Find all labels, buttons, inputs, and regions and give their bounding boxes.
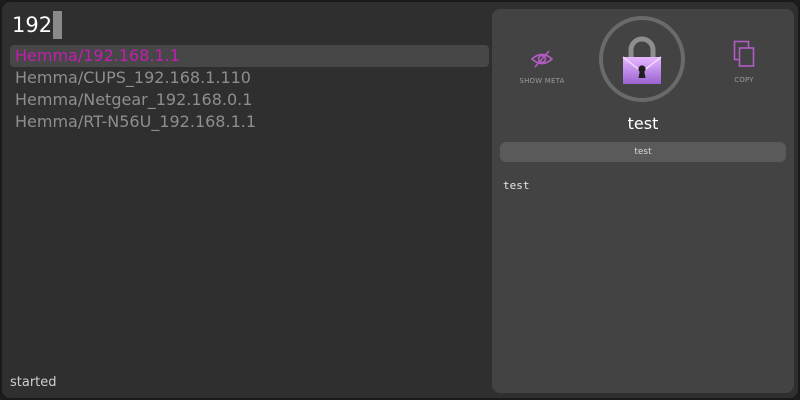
entry-title: test [627, 114, 659, 133]
eye-slash-icon [530, 49, 554, 73]
app-window: 192 Hemma/192.168.1.1 Hemma/CUPS_192.168… [0, 0, 800, 400]
show-meta-label: SHOW META [519, 77, 565, 85]
notes-text: test [503, 179, 530, 192]
show-meta-button[interactable]: SHOW META [516, 49, 568, 85]
text-cursor [53, 11, 63, 39]
status-text: started [10, 375, 57, 390]
list-item[interactable]: Hemma/Netgear_192.168.0.1 [10, 89, 489, 111]
lock-badge [599, 16, 685, 102]
search-row[interactable]: 192 [12, 10, 63, 40]
detail-panel: SHOW META COPY test test test [492, 9, 794, 393]
results-list: Hemma/192.168.1.1 Hemma/CUPS_192.168.1.1… [10, 45, 489, 133]
list-item[interactable]: Hemma/RT-N56U_192.168.1.1 [10, 111, 489, 133]
list-item[interactable]: Hemma/192.168.1.1 [10, 45, 489, 67]
copy-icon [733, 40, 755, 72]
search-input[interactable]: 192 [12, 10, 52, 40]
list-item[interactable]: Hemma/CUPS_192.168.1.110 [10, 67, 489, 89]
password-field[interactable]: test [500, 142, 786, 162]
copy-label: COPY [734, 76, 754, 84]
copy-button[interactable]: COPY [728, 40, 760, 84]
